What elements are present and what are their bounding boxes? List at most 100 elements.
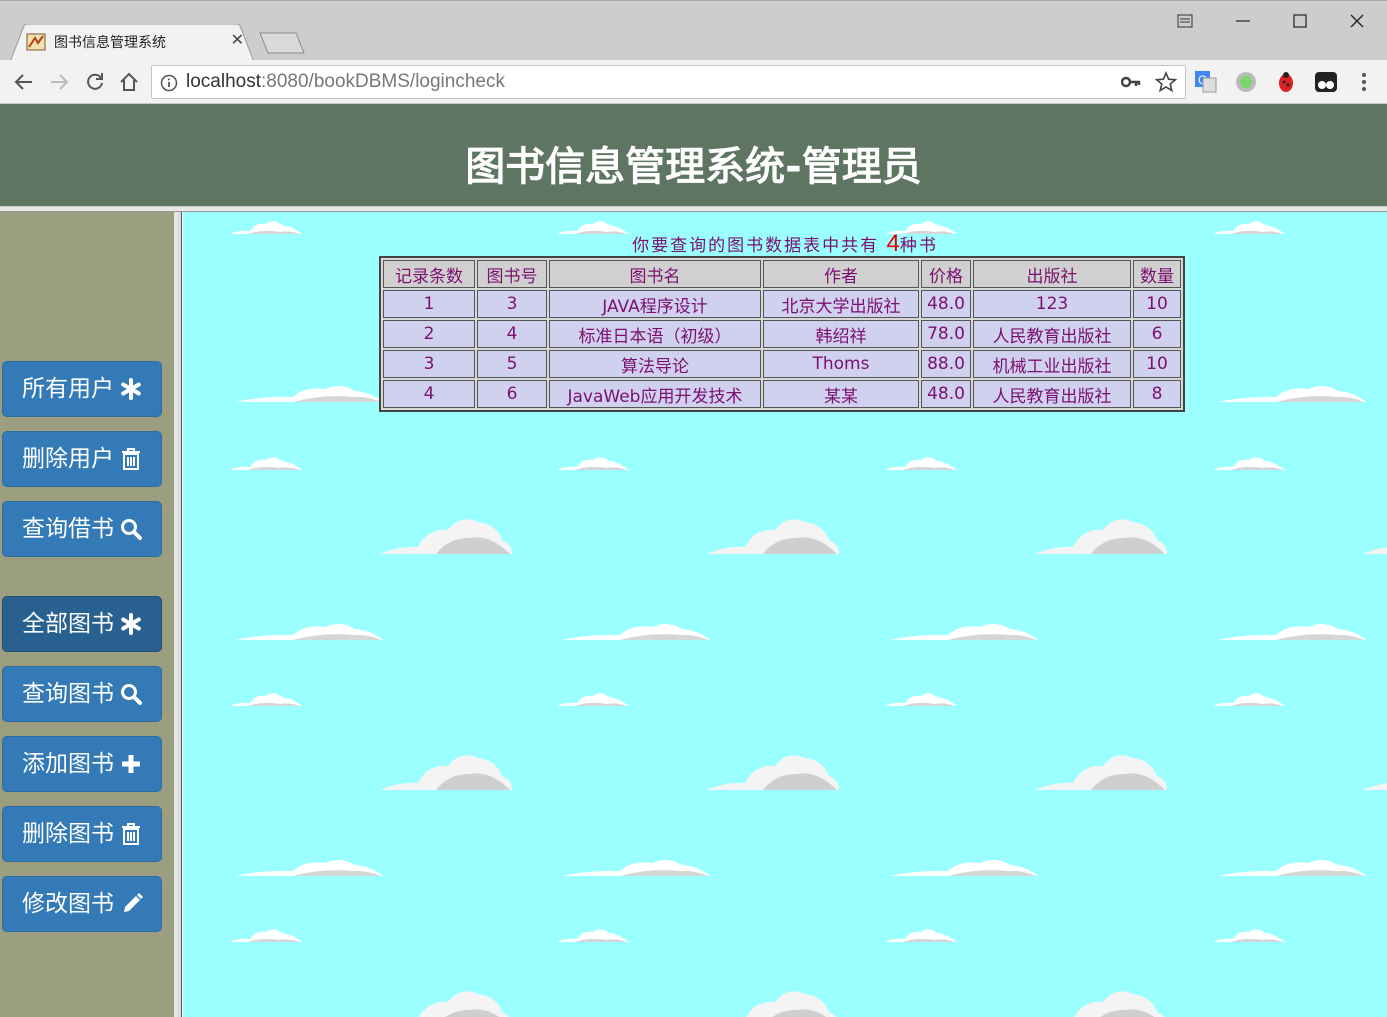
bookmark-star-icon[interactable] [1154, 70, 1178, 97]
all-books-button[interactable]: 全部图书 [2, 596, 162, 652]
table-row: 3 5 算法导论 Thoms 88.0 机械工业出版社 10 [383, 350, 1181, 378]
book-count: 4 [886, 230, 900, 257]
table-cell: 算法导论 [549, 350, 761, 378]
cloud-decoration [555, 452, 631, 476]
summary-suffix: 种书 [899, 236, 938, 256]
web-page: 图书信息管理系统-管理员 所有用户 删除用户 查询借书 全部图书 查询图书 添加… [0, 104, 1387, 1017]
table-cell: 某某 [763, 380, 919, 408]
maximize-button[interactable] [1277, 7, 1323, 35]
table-cell: 6 [477, 380, 547, 408]
cloud-decoration [705, 748, 841, 796]
table-cell: JAVA程序设计 [549, 290, 761, 318]
cloud-decoration [883, 688, 959, 712]
minimize-button[interactable] [1220, 7, 1266, 35]
query-book-button[interactable]: 查询图书 [2, 666, 162, 722]
trash-icon [120, 447, 142, 471]
cloud-decoration [555, 924, 631, 948]
back-arrow-icon[interactable] [11, 69, 37, 95]
delete-user-button[interactable]: 删除用户 [2, 431, 162, 487]
column-header: 出版社 [973, 260, 1131, 288]
cloud-decoration [378, 984, 514, 1017]
cloud-decoration [233, 616, 385, 646]
cloud-decoration [228, 452, 304, 476]
new-tab-button[interactable] [258, 31, 306, 55]
asterisk-icon [120, 378, 142, 400]
cloud-decoration [1211, 924, 1287, 948]
table-cell: 5 [477, 350, 547, 378]
add-book-button[interactable]: 添加图书 [2, 736, 162, 792]
nav-label: 删除图书 [22, 820, 114, 847]
cloud-decoration [883, 924, 959, 948]
table-cell: 人民教育出版社 [973, 320, 1131, 348]
trash-icon [120, 822, 142, 846]
query-borrow-button[interactable]: 查询借书 [2, 501, 162, 557]
table-cell: 人民教育出版社 [973, 380, 1131, 408]
nav-label: 查询图书 [22, 680, 114, 707]
table-cell: 4 [477, 320, 547, 348]
translate-extension-icon[interactable]: G [1194, 70, 1218, 94]
browser-title-bar: 图书信息管理系统 ✕ [0, 0, 1387, 62]
cloud-decoration [228, 924, 304, 948]
book-favicon-icon [26, 33, 46, 51]
page-title: 图书信息管理系统-管理员 [465, 144, 922, 190]
table-row: 4 6 JavaWeb应用开发技术 某某 48.0 人民教育出版社 8 [383, 380, 1181, 408]
column-header: 作者 [763, 260, 919, 288]
table-row: 2 4 标准日本语（初级） 韩绍祥 78.0 人民教育出版社 6 [383, 320, 1181, 348]
table-cell: 6 [1133, 320, 1181, 348]
plus-icon [120, 753, 142, 775]
tampermonkey-extension-icon[interactable] [1314, 70, 1338, 94]
table-cell: 1 [383, 290, 475, 318]
tab-close-icon[interactable]: ✕ [231, 30, 244, 49]
profile-icon[interactable] [1162, 7, 1208, 35]
cloud-decoration [378, 512, 514, 560]
forward-arrow-icon[interactable] [46, 69, 72, 95]
address-bar[interactable]: localhost:8080/bookDBMS/logincheck [151, 65, 1186, 99]
table-cell: Thoms [763, 350, 919, 378]
cloud-decoration [1361, 512, 1387, 560]
close-window-button[interactable] [1334, 7, 1380, 35]
table-cell: 3 [477, 290, 547, 318]
menu-dots-icon[interactable] [1352, 70, 1376, 94]
nav-label: 修改图书 [22, 890, 114, 917]
column-header: 价格 [921, 260, 971, 288]
cloud-decoration [1216, 378, 1368, 408]
cloud-decoration [555, 688, 631, 712]
cloud-decoration [378, 748, 514, 796]
page-header: 图书信息管理系统-管理员 [0, 104, 1387, 206]
all-users-button[interactable]: 所有用户 [2, 361, 162, 417]
browser-tab[interactable]: 图书信息管理系统 ✕ [10, 24, 254, 62]
cloud-decoration [1216, 852, 1368, 882]
table-cell: 78.0 [921, 320, 971, 348]
ladybug-extension-icon[interactable] [1274, 70, 1298, 94]
delete-book-button[interactable]: 删除图书 [2, 806, 162, 862]
edit-book-button[interactable]: 修改图书 [2, 876, 162, 932]
browser-toolbar: localhost:8080/bookDBMS/logincheck G [0, 60, 1387, 104]
column-header: 图书号 [477, 260, 547, 288]
search-icon [120, 683, 142, 705]
url-text: localhost:8080/bookDBMS/logincheck [186, 71, 505, 93]
nav-label: 删除用户 [22, 445, 114, 472]
cloud-decoration [705, 984, 841, 1017]
cloud-decoration [1211, 452, 1287, 476]
search-icon [120, 518, 142, 540]
green-dot-extension-icon[interactable] [1234, 70, 1258, 94]
key-icon[interactable] [1120, 74, 1141, 94]
cloud-decoration [1361, 748, 1387, 796]
column-header: 记录条数 [383, 260, 475, 288]
cloud-decoration [1033, 748, 1169, 796]
cloud-decoration [888, 852, 1040, 882]
book-count-summary: 你要查询的图书数据表中共有 4种书 [183, 230, 1387, 258]
table-cell: 韩绍祥 [763, 320, 919, 348]
home-icon[interactable] [116, 69, 142, 95]
cloud-decoration [888, 616, 1040, 646]
table-cell: 123 [973, 290, 1131, 318]
table-cell: 4 [383, 380, 475, 408]
table-header-row: 记录条数 图书号 图书名 作者 价格 出版社 数量 [383, 260, 1181, 288]
nav-label: 查询借书 [22, 515, 114, 542]
table-cell: 48.0 [921, 290, 971, 318]
table-cell: 8 [1133, 380, 1181, 408]
cloud-decoration [1216, 616, 1368, 646]
info-icon[interactable] [160, 74, 178, 96]
reload-icon[interactable] [82, 69, 108, 95]
nav-label: 所有用户 [22, 375, 114, 402]
